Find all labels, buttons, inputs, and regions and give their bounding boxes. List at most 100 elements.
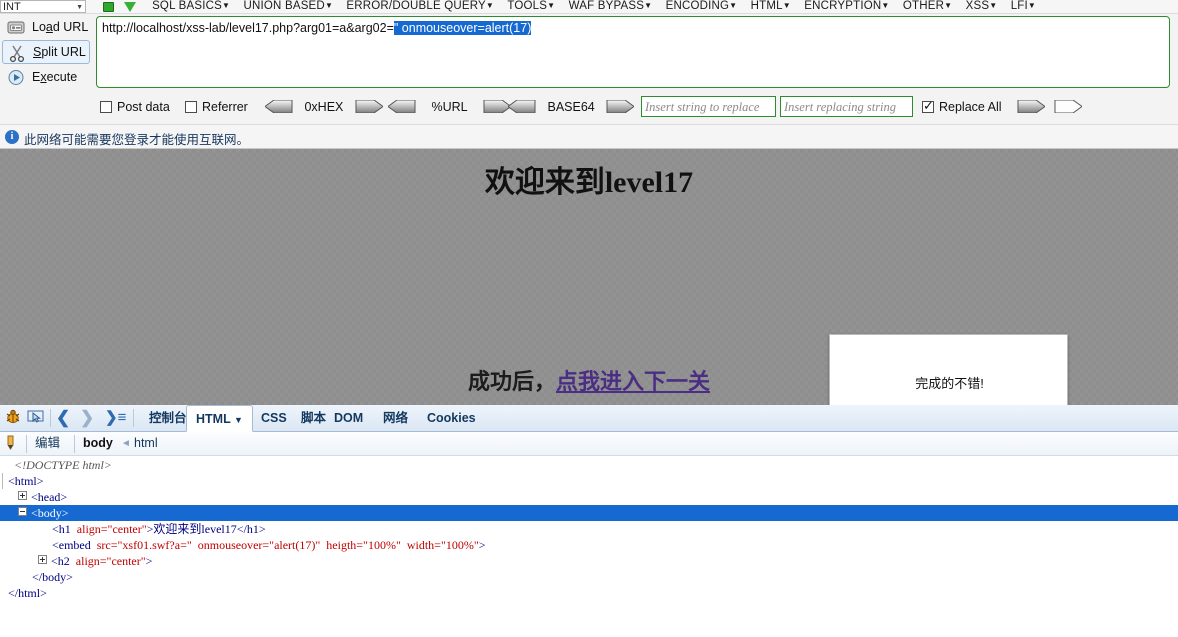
split-url-icon [8, 45, 26, 63]
url-encode-arrow-icon[interactable] [483, 100, 512, 113]
forward-icon[interactable]: ❯ [80, 405, 94, 431]
chevron-down-icon: ▼ [1027, 1, 1037, 10]
base64-decode-arrow-icon[interactable] [508, 100, 536, 113]
expand-h2-icon[interactable] [38, 555, 47, 564]
html-source-tree[interactable]: <!DOCTYPE html> <html> <head> <body> <h1… [0, 457, 1178, 637]
hackbar-toolbar: INT ▼ SQL BASICS▼ UNION BASED▼ ERROR/DOU… [0, 0, 1178, 210]
referrer-option[interactable]: Referrer [185, 97, 248, 117]
base64-label: BASE64 [547, 100, 595, 114]
menu-label: LFI [1010, 0, 1028, 12]
next-level-prefix: 成功后， [467, 369, 556, 394]
chevron-down-icon: ▼ [729, 1, 738, 10]
url-encode-label: %URL [431, 100, 468, 114]
code-line-body[interactable]: <body> [0, 505, 1178, 521]
green-save-icon[interactable] [102, 2, 114, 12]
console-toggle-icon[interactable]: ❯≡ [105, 405, 126, 431]
load-url-button[interactable]: Load URL [2, 15, 90, 39]
inspect-icon[interactable] [26, 408, 46, 434]
url-input-text: http://localhost/xss-lab/level17.php?arg… [102, 20, 1164, 37]
chevron-down-icon: ▼ [782, 1, 791, 10]
code-line-embed[interactable]: <embed src="xsf01.swf?a=" onmouseover="a… [0, 537, 1178, 553]
hex-label: 0xHEX [304, 100, 344, 114]
chevron-down-icon: ▼ [485, 1, 495, 10]
base64-encoder-group: BASE64 [508, 97, 635, 117]
tab-html[interactable]: HTML ▼ [186, 405, 253, 432]
hackbar-action-buttons: Load URL Split URL Execute [0, 14, 92, 92]
menu-label: OTHER [902, 0, 945, 12]
chevron-down-icon: ▼ [222, 1, 231, 10]
code-line-h2[interactable]: <h2 align="center"> [0, 553, 1178, 569]
menu-encryption[interactable]: ENCRYPTION▼ [799, 0, 894, 13]
tab-network[interactable]: 网络 [374, 405, 417, 431]
menu-html[interactable]: HTML▼ [746, 0, 796, 13]
network-notification-bar: i 此网络可能需要您登录才能使用互联网。 [0, 124, 1178, 149]
menu-union-based[interactable]: UNION BASED▼ [239, 0, 339, 13]
replace-all-label: Replace All [939, 100, 1002, 114]
chevron-down-icon: ▼ [989, 1, 998, 10]
chevron-down-icon: ▼ [644, 1, 653, 10]
post-data-label: Post data [117, 100, 170, 114]
network-notification-text: 此网络可能需要您登录才能使用互联网。 [24, 133, 250, 147]
url-selected-payload: " onmouseover=alert(17) [393, 21, 532, 35]
next-level-link[interactable]: 点我进入下一关 [556, 369, 710, 394]
chevron-down-icon: ▼ [233, 415, 243, 425]
edit-button[interactable]: 编辑 [35, 432, 60, 455]
code-line-html-open[interactable]: <html> [0, 473, 1178, 489]
menu-xss[interactable]: XSS▼ [961, 0, 1003, 13]
post-data-checkbox[interactable] [100, 101, 112, 113]
menu-lfi[interactable]: LFI▼ [1006, 0, 1041, 13]
page-viewport: 欢迎来到level17 成功后，点我进入下一关 完成的不错! 确定 取消 [0, 149, 1178, 405]
load-url-label: Load URL [32, 20, 89, 34]
chevron-down-icon: ▼ [76, 4, 83, 11]
menu-error-double-query[interactable]: ERROR/DOUBLE QUERY▼ [341, 0, 499, 13]
extra-apply-group [1054, 97, 1082, 117]
code-line-h1[interactable]: <h1 align="center">欢迎来到level17</h1> [0, 521, 1178, 537]
extra-apply-arrow-icon[interactable] [1054, 100, 1082, 113]
menu-encoding[interactable]: ENCODING▼ [661, 0, 743, 13]
split-url-button[interactable]: Split URL [2, 40, 90, 64]
replace-with-input[interactable]: Insert replacing string [780, 96, 913, 117]
alert-dialog-message: 完成的不错! [915, 376, 984, 391]
replace-apply-arrow-icon[interactable] [1017, 100, 1045, 113]
url-decode-arrow-icon[interactable] [388, 100, 416, 113]
replace-search-input[interactable]: Insert string to replace [641, 96, 776, 117]
code-line-head[interactable]: <head> [0, 489, 1178, 505]
back-icon[interactable]: ❮ [56, 405, 70, 431]
menu-type-combo[interactable]: INT ▼ [0, 0, 86, 13]
url-input[interactable]: http://localhost/xss-lab/level17.php?arg… [96, 16, 1170, 88]
url-prefix: http://localhost/xss-lab/level17.php?arg… [102, 21, 394, 35]
firebug-panel: ❮ ❯ ❯≡ 控制台 HTML ▼ CSS 脚本 DOM 网络 Cookies … [0, 405, 1178, 637]
replace-all-option[interactable]: Replace All [922, 97, 1045, 117]
replace-all-checkbox[interactable] [922, 97, 934, 114]
edit-pencil-icon[interactable] [4, 434, 20, 457]
hex-decode-arrow-icon[interactable] [265, 100, 293, 113]
menu-label: XSS [965, 0, 990, 12]
menu-waf-bypass[interactable]: WAF BYPASS▼ [564, 0, 658, 13]
collapse-body-icon[interactable] [18, 507, 27, 516]
breadcrumb-separator-icon: ◄ [121, 438, 131, 449]
breadcrumb-parent[interactable]: html [134, 432, 158, 455]
referrer-label: Referrer [202, 100, 248, 114]
post-data-option[interactable]: Post data [100, 97, 170, 117]
menu-label: ENCODING [665, 0, 730, 12]
expand-head-icon[interactable] [18, 491, 27, 500]
menu-label: ERROR/DOUBLE QUERY [346, 0, 486, 12]
menu-other[interactable]: OTHER▼ [898, 0, 957, 13]
alert-dialog: 完成的不错! 确定 取消 [829, 334, 1068, 405]
firebug-icon[interactable] [4, 408, 22, 434]
menu-sql-basics[interactable]: SQL BASICS▼ [147, 0, 235, 13]
code-line-html-close: </html> [8, 586, 47, 600]
hex-encode-arrow-icon[interactable] [355, 100, 383, 113]
menu-tools[interactable]: TOOLS▼ [502, 0, 560, 13]
chevron-down-icon: ▼ [944, 1, 953, 10]
hackbar-menu-strip: INT ▼ SQL BASICS▼ UNION BASED▼ ERROR/DOU… [0, 0, 1178, 14]
tab-css[interactable]: CSS [252, 405, 296, 431]
execute-button[interactable]: Execute [2, 65, 90, 89]
referrer-checkbox[interactable] [185, 101, 197, 113]
base64-encode-arrow-icon[interactable] [606, 100, 635, 113]
tab-cookies[interactable]: Cookies [418, 405, 485, 431]
green-download-icon[interactable] [124, 2, 137, 12]
breadcrumb-current[interactable]: body [83, 432, 113, 455]
hex-encoder-group: 0xHEX [265, 97, 383, 117]
tab-dom[interactable]: DOM [325, 405, 372, 431]
